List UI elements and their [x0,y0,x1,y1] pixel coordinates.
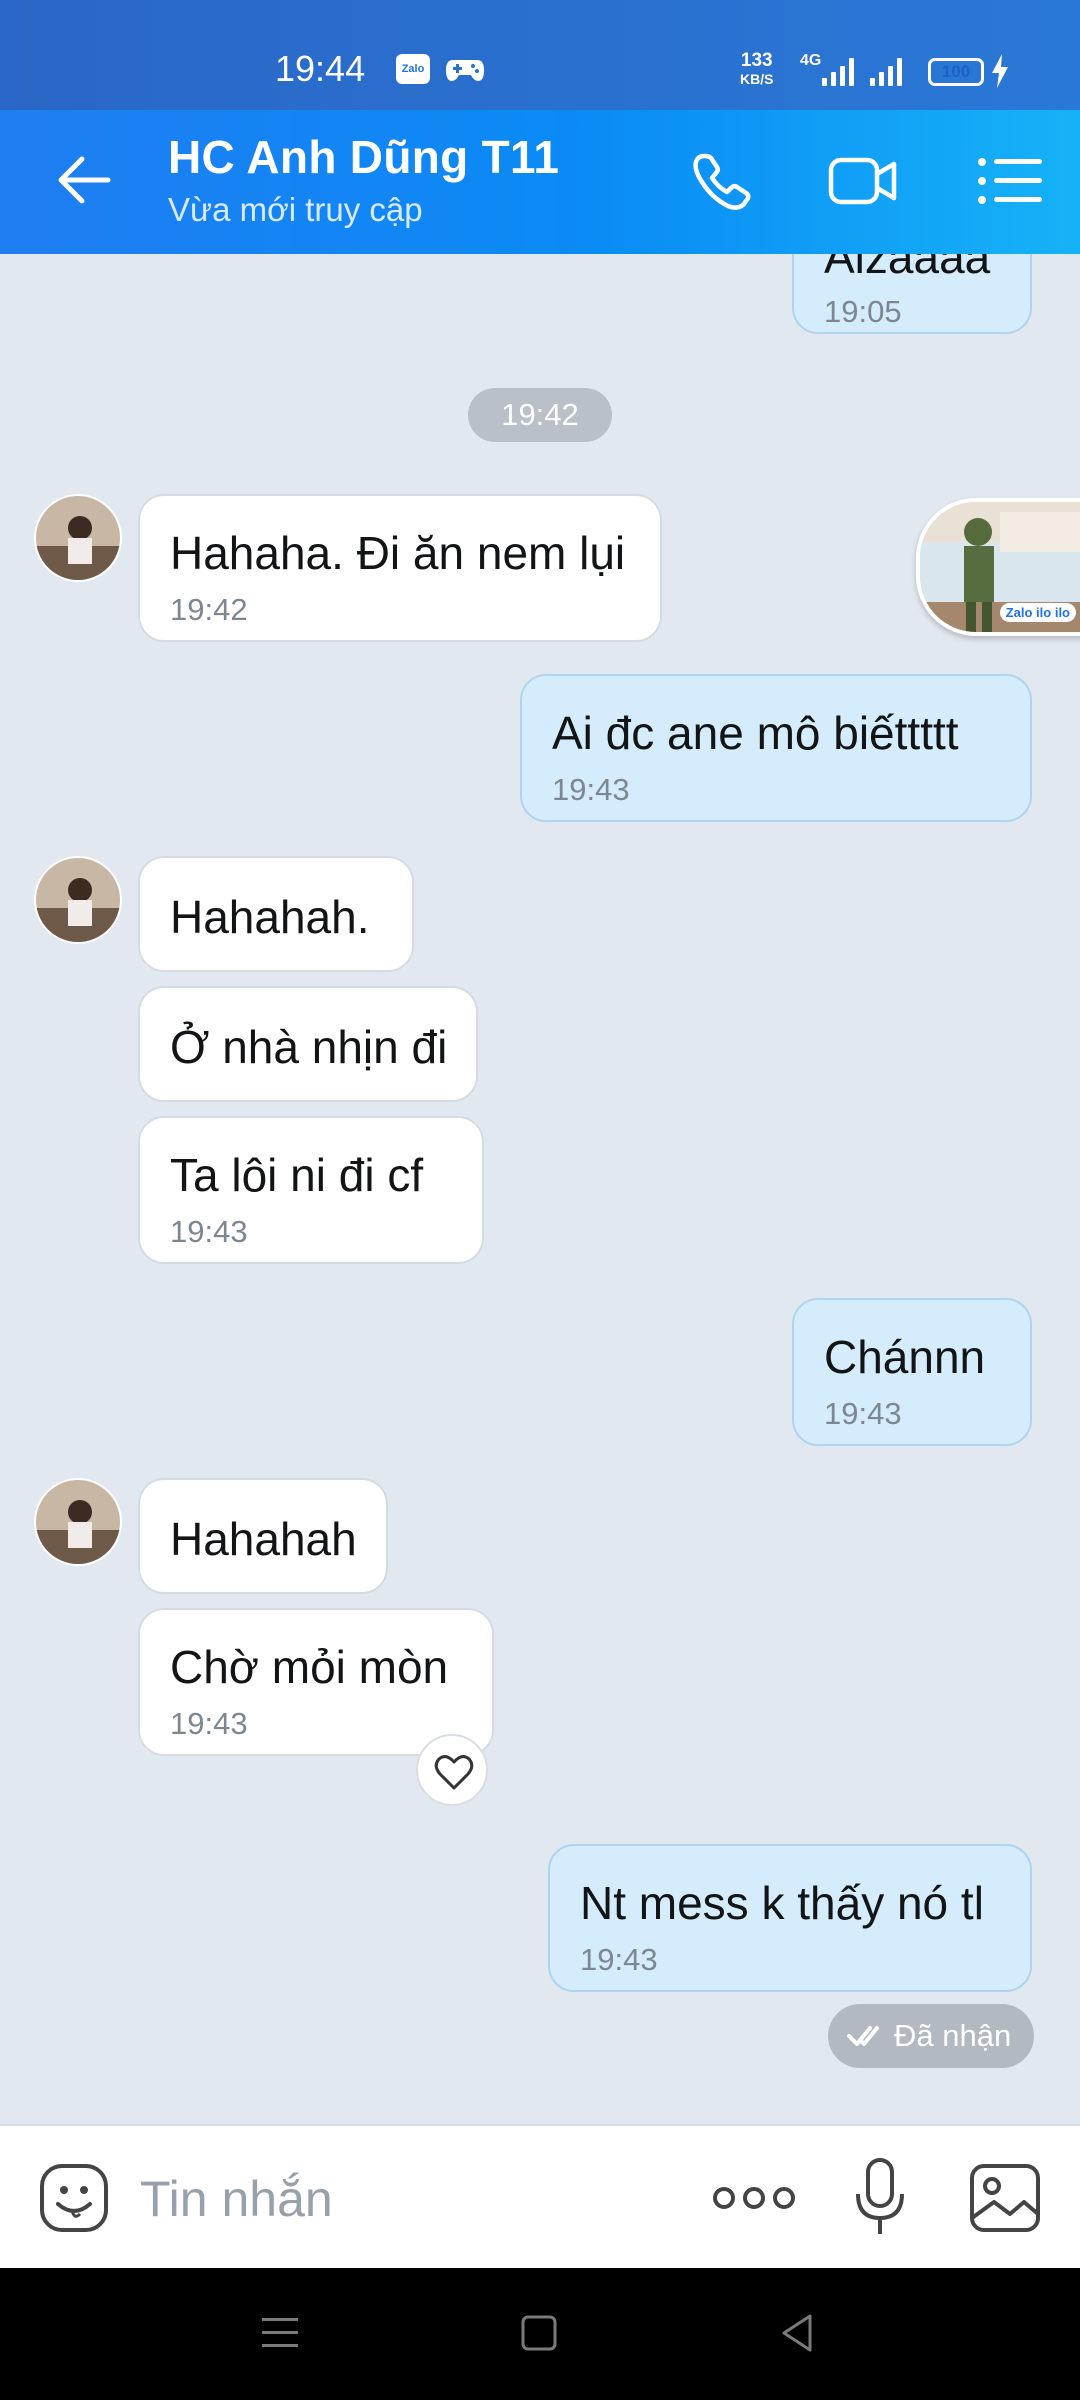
message-bubble-out[interactable]: Nt mess k thấy nó tl 19:43 [548,1844,1032,1992]
status-time: 19:44 [275,48,366,89]
charging-icon [992,54,1008,88]
message-text: Chờ mỏi mòn [170,1641,449,1693]
message-bubble-out[interactable]: Chánnn 19:43 [792,1298,1032,1446]
message-text: Ai đc ane mô biếttttt [552,707,959,759]
more-options-icon[interactable] [712,2178,796,2218]
network-speed-value: 133 [740,50,773,71]
emoji-sticker-icon[interactable] [38,2162,110,2234]
delivery-status-label: Đã nhận [894,2018,1012,2053]
network-type: 4G [800,52,822,69]
message-text: Hahahah. [170,891,370,943]
message-bubble-in[interactable]: Chờ mỏi mòn 19:43 [138,1608,494,1756]
message-bubble-in[interactable]: Hahahah. [138,856,414,972]
contact-name[interactable]: HC Anh Dũng T11 [168,130,559,184]
message-time: 19:43 [170,1214,248,1249]
signal-icon-2 [870,56,902,86]
network-speed-unit: KB/S [740,71,774,87]
message-composer: Tin nhắn [0,2124,1080,2268]
double-check-icon [847,2026,879,2046]
message-input[interactable]: Tin nhắn [140,2170,333,2228]
sticker-image[interactable]: Zalo ilo ilo [916,498,1080,636]
message-text: Chánnn [824,1331,986,1383]
video-call-icon[interactable] [828,150,898,212]
battery-icon: 100 [928,58,984,86]
system-navigation-bar [0,2268,1080,2400]
menu-list-icon[interactable] [976,150,1046,212]
message-bubble-out[interactable]: Ai đc ane mô biếttttt 19:43 [520,674,1032,822]
recent-apps-icon[interactable] [256,2306,306,2360]
contact-status: Vừa mới truy cập [168,191,423,228]
message-time: 19:43 [170,1706,248,1741]
message-text: Nt mess k thấy nó tl [580,1877,984,1929]
top-bar: 19:44 Zalo 133 KB/S 4G 100 HC Anh Dũng T… [0,0,1080,254]
sticker-caption: Zalo ilo ilo [999,603,1076,622]
message-bubble-in[interactable]: Ở nhà nhịn đi [138,986,478,1102]
status-bar: 19:44 Zalo 133 KB/S 4G 100 [0,0,1080,110]
battery-level: 100 [941,62,971,81]
message-text: Aizaaaa [824,254,991,283]
phone-call-icon[interactable] [688,150,758,212]
message-time: 19:43 [552,772,630,807]
message-text: Hahahah [170,1513,357,1565]
image-gallery-icon[interactable] [968,2162,1042,2234]
time-divider: 19:42 [468,388,612,442]
back-icon[interactable] [774,2306,824,2360]
chat-area[interactable]: Aizaaaa 19:05 19:42 Hahaha. Đi ăn nem lụ… [0,254,1080,2124]
signal-icon [822,56,854,86]
message-time: 19:43 [580,1942,658,1977]
zalo-notification-icon: Zalo [396,54,430,84]
back-arrow-icon[interactable] [54,150,114,210]
gamepad-icon [446,60,484,81]
message-time: 19:42 [170,592,248,627]
message-time: 19:43 [824,1396,902,1431]
contact-avatar[interactable] [34,856,122,944]
message-bubble-in[interactable]: Hahaha. Đi ăn nem lụi 19:42 [138,494,662,642]
react-heart-button[interactable] [416,1734,488,1806]
message-time: 19:05 [824,294,902,329]
microphone-icon[interactable] [852,2156,908,2240]
heart-icon [434,1755,474,1790]
message-bubble-in[interactable]: Ta lôi ni đi cf 19:43 [138,1116,484,1264]
message-text: Hahaha. Đi ăn nem lụi [170,527,626,579]
delivery-status-badge: Đã nhận [828,2004,1034,2068]
message-bubble-in[interactable]: Hahahah [138,1478,388,1594]
home-icon[interactable] [514,2306,564,2360]
network-speed: 133 KB/S [740,50,774,88]
message-bubble-out[interactable]: Aizaaaa 19:05 [792,254,1032,334]
message-text: Ta lôi ni đi cf [170,1149,424,1201]
contact-avatar[interactable] [34,1478,122,1566]
message-text: Ở nhà nhịn đi [170,1021,448,1073]
contact-avatar[interactable] [34,494,122,582]
